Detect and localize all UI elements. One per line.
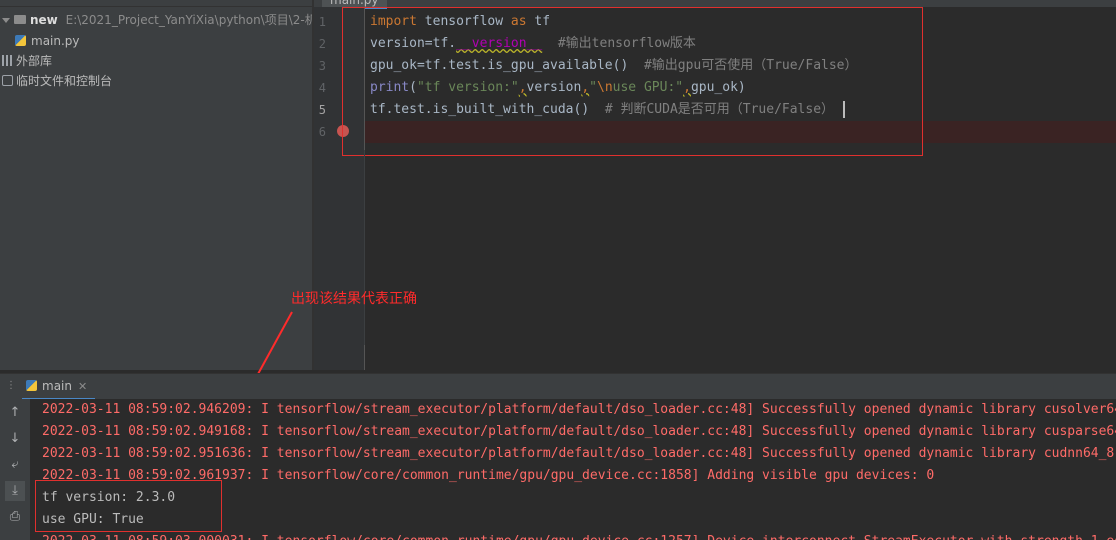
console-line: 2022-03-11 08:59:02.951636: I tensorflow… <box>42 446 1116 461</box>
annotation-text: 出现该结果代表正确 <box>291 291 417 307</box>
console-line: 2022-03-11 08:59:02.946209: I tensorflow… <box>42 402 1116 417</box>
close-icon[interactable]: ✕ <box>78 380 87 393</box>
project-panel: new E:\2021_Project_YanYiXia\python\项目\2… <box>0 0 341 370</box>
arrow-down-icon[interactable]: ↓ <box>5 429 25 449</box>
scratch-icon <box>2 75 13 86</box>
editor-tab-strip: main.py <box>314 0 1116 9</box>
line-number: 6 <box>318 125 326 139</box>
python-file-icon <box>15 35 26 46</box>
chevron-down-icon[interactable] <box>2 18 10 23</box>
library-icon <box>2 55 13 66</box>
root-path: E:\2021_Project_YanYiXia\python\项目\2-机器视 <box>65 13 341 27</box>
run-tab-main[interactable]: main ✕ <box>22 374 96 400</box>
tree-scratches[interactable]: 临时文件和控制台 <box>2 71 112 91</box>
line-number: 4 <box>318 81 326 95</box>
code-editor[interactable]: main.py 1 2 3 4 5 6 import tensorflow as… <box>314 0 1116 370</box>
run-icon: ⋮ <box>6 380 16 391</box>
soft-wrap-icon[interactable]: ⤶ <box>5 455 25 475</box>
console-line: 2022-03-11 08:59:02.949168: I tensorflow… <box>42 424 1116 439</box>
tree-external-libraries[interactable]: 外部库 <box>2 51 52 71</box>
line-number: 3 <box>318 59 326 73</box>
console-output[interactable]: 2022-03-11 08:59:02.946209: I tensorflow… <box>30 399 1116 540</box>
arrow-up-icon[interactable]: ↑ <box>5 403 25 423</box>
tree-file-main-py[interactable]: main.py <box>15 31 80 51</box>
indent-guide <box>364 150 365 345</box>
scroll-to-end-icon[interactable]: ⤓ <box>5 481 25 501</box>
print-icon[interactable]: ⎙ <box>5 507 25 527</box>
run-toolbar: ↑ ↓ ⤶ ⤓ ⎙ <box>0 399 30 540</box>
external-libraries-label: 外部库 <box>16 54 53 68</box>
folder-icon <box>14 15 26 24</box>
scratches-label: 临时文件和控制台 <box>16 74 113 88</box>
result-highlight-box <box>35 480 222 532</box>
project-toolbar <box>0 0 312 7</box>
file-label: main.py <box>31 34 80 48</box>
code-highlight-box <box>342 7 923 156</box>
run-tab-label: main <box>42 379 72 393</box>
root-name: new <box>30 13 58 27</box>
line-number: 5 <box>318 103 326 117</box>
line-number: 1 <box>318 15 326 29</box>
line-number: 2 <box>318 37 326 51</box>
tree-root-new[interactable]: new E:\2021_Project_YanYiXia\python\项目\2… <box>2 10 341 30</box>
python-file-icon <box>26 380 37 391</box>
run-panel-header: ⋮ main ✕ <box>0 373 1116 400</box>
console-line: 2022-03-11 08:59:03.000031: I tensorflow… <box>42 531 1116 540</box>
